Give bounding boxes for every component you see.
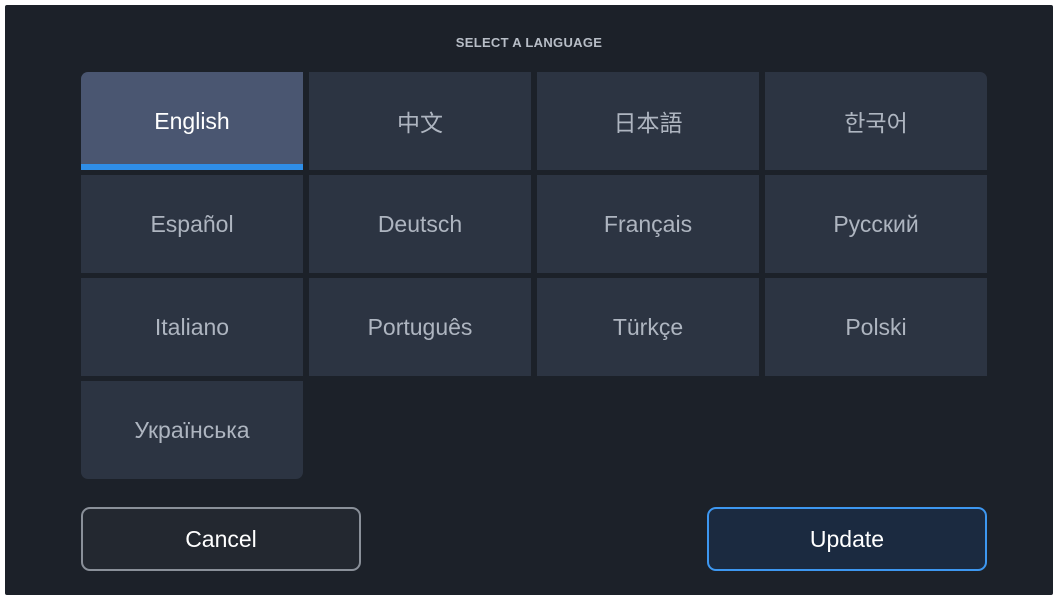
language-label: Italiano (154, 313, 230, 340)
language-label: Українська (134, 416, 250, 443)
language-option-spanish[interactable]: Español (81, 175, 303, 273)
language-option-japanese[interactable]: 日本語 (537, 72, 759, 170)
language-label: Português (367, 313, 473, 340)
language-grid: English 中文 日本語 한국어 Español Deutsch Franç… (81, 72, 987, 479)
language-option-russian[interactable]: Русский (765, 175, 987, 273)
language-label: English (154, 107, 230, 134)
language-option-turkish[interactable]: Türkçe (537, 278, 759, 376)
language-option-korean[interactable]: 한국어 (765, 72, 987, 170)
language-label: Русский (833, 210, 919, 237)
language-option-italian[interactable]: Italiano (81, 278, 303, 376)
language-option-english[interactable]: English (81, 72, 303, 170)
language-option-portuguese[interactable]: Português (309, 278, 531, 376)
language-label: Türkçe (612, 313, 684, 340)
language-option-german[interactable]: Deutsch (309, 175, 531, 273)
language-label: Deutsch (377, 210, 463, 237)
language-option-polish[interactable]: Polski (765, 278, 987, 376)
language-label: Polski (845, 313, 907, 340)
language-label: 한국어 (844, 110, 908, 136)
language-label: 日本語 (613, 110, 683, 136)
language-label: Español (150, 210, 234, 237)
update-button[interactable]: Update (707, 507, 987, 571)
language-option-ukrainian[interactable]: Українська (81, 381, 303, 479)
language-label: 中文 (397, 110, 443, 136)
cancel-button[interactable]: Cancel (81, 507, 361, 571)
language-dialog: SELECT A LANGUAGE English 中文 日本語 한국어 Esp… (5, 5, 1053, 595)
language-label: Français (603, 210, 693, 237)
language-option-french[interactable]: Français (537, 175, 759, 273)
dialog-title: SELECT A LANGUAGE (455, 35, 603, 50)
language-option-chinese[interactable]: 中文 (309, 72, 531, 170)
